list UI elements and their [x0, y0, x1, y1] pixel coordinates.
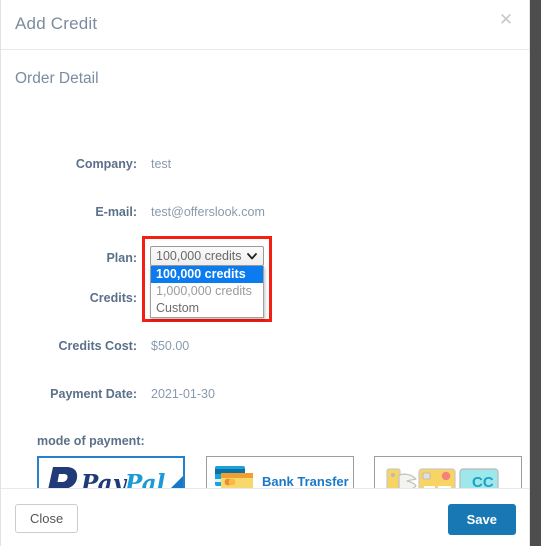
chevron-down-icon — [247, 253, 257, 260]
add-credit-modal: Add Credit ✕ Order Detail Company: test … — [0, 0, 530, 546]
plan-select[interactable]: 100,000 credits 100,000 credits 1,000,00… — [150, 246, 264, 318]
plan-option-100000[interactable]: 100,000 credits — [151, 266, 263, 283]
company-value: test — [151, 157, 172, 171]
plan-option-custom[interactable]: Custom — [151, 300, 263, 317]
close-button[interactable]: Close — [15, 504, 79, 533]
modal-body: Order Detail Company: test E-mail: test@… — [1, 50, 529, 508]
email-value: test@offerslook.com — [151, 205, 265, 219]
field-row-payment-date: Payment Date: 2021-01-30 — [1, 384, 529, 408]
payment-date-label: Payment Date: — [50, 387, 137, 401]
section-title: Order Detail — [15, 70, 99, 87]
field-row-credits-cost: Credits Cost: $50.00 — [1, 336, 529, 360]
svg-text:Bank Transfer: Bank Transfer — [262, 474, 349, 489]
field-row-email: E-mail: test@offerslook.com — [1, 202, 529, 226]
credits-cost-label: Credits Cost: — [58, 339, 137, 353]
modal-header: Add Credit ✕ — [1, 0, 529, 50]
plan-select-value: 100,000 credits — [156, 249, 242, 263]
credits-cost-value: $50.00 — [151, 339, 190, 353]
scrollbar-thumb[interactable] — [530, 0, 541, 546]
plan-option-1000000[interactable]: 1,000,000 credits — [151, 283, 263, 300]
field-row-company: Company: test — [1, 154, 529, 178]
close-icon[interactable]: ✕ — [497, 11, 515, 29]
modal-footer: Close Save — [1, 488, 530, 546]
plan-select-trigger[interactable]: 100,000 credits — [150, 246, 264, 266]
email-label: E-mail: — [95, 205, 137, 219]
page-title: Add Credit — [15, 14, 98, 33]
save-button[interactable]: Save — [447, 504, 516, 535]
plan-label: Plan: — [106, 251, 137, 265]
page-scrollbar[interactable] — [529, 0, 541, 546]
mode-of-payment-label: mode of payment: — [37, 434, 145, 448]
credits-label: Credits: — [89, 291, 137, 305]
plan-select-options[interactable]: 100,000 credits 1,000,000 credits Custom — [150, 266, 264, 318]
payment-date-value: 2021-01-30 — [151, 387, 215, 401]
company-label: Company: — [75, 157, 137, 171]
